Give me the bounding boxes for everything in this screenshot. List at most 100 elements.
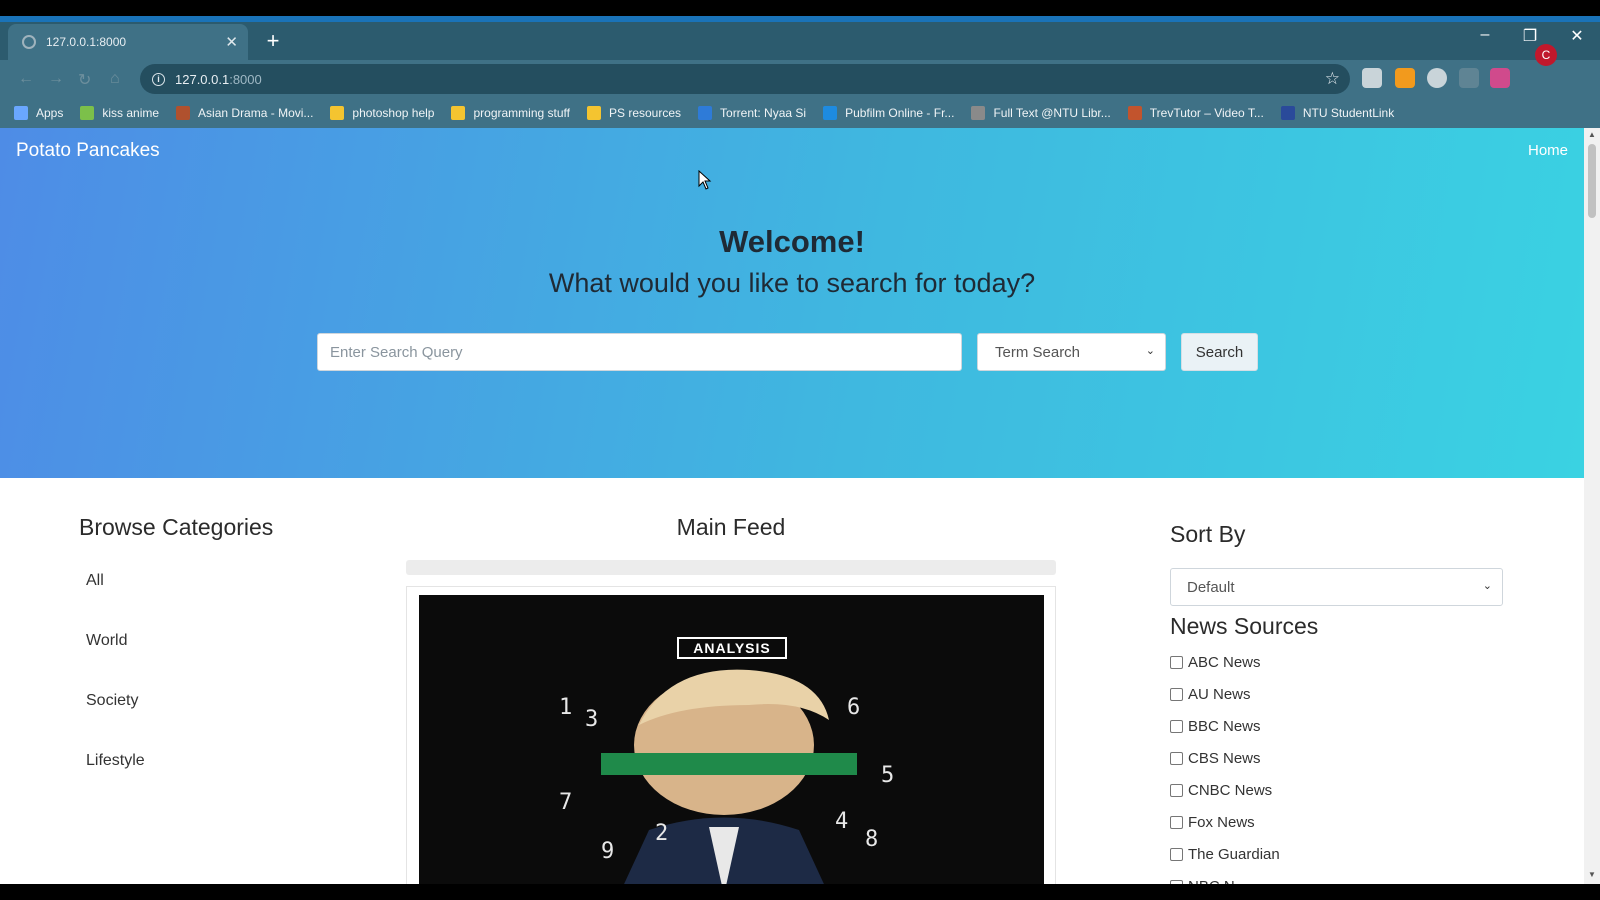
bookmark-label: photoshop help	[352, 106, 435, 120]
tab-strip: 127.0.0.1:8000 ✕ + – ❐ ✕	[0, 22, 1600, 60]
bookmark-item[interactable]: Torrent: Nyaa Si	[698, 106, 806, 120]
extension-camera-icon[interactable]	[1362, 68, 1382, 88]
bookmark-item[interactable]: photoshop help	[330, 106, 434, 120]
browser-chrome: 127.0.0.1:8000 ✕ + – ❐ ✕ ← → ↻ ⌂ i 127.0…	[0, 22, 1600, 128]
url-host: 127.0.0.1	[175, 71, 230, 87]
minimize-button[interactable]: –	[1470, 26, 1500, 44]
checkbox[interactable]	[1170, 816, 1183, 829]
bookmark-item[interactable]: PS resources	[586, 106, 682, 120]
bookmark-icon	[330, 106, 345, 120]
checkbox[interactable]	[1170, 752, 1183, 765]
bookmark-star-icon[interactable]: ☆	[1325, 69, 1340, 89]
extension-cast-icon[interactable]	[1459, 68, 1479, 88]
bookmark-item[interactable]: Asian Drama - Movi...	[176, 106, 313, 120]
bookmark-label: TrevTutor – Video T...	[1149, 106, 1264, 120]
bookmark-icon	[14, 106, 28, 120]
chevron-down-icon: ⌄	[1482, 580, 1492, 592]
source-checkbox-item[interactable]: The Guardian	[1170, 846, 1280, 863]
category-link[interactable]: All	[86, 572, 104, 590]
bookmark-icon	[451, 106, 466, 120]
image-number: 8	[865, 827, 879, 852]
bookmark-item[interactable]: kiss anime	[80, 106, 159, 120]
close-tab-icon[interactable]: ✕	[225, 33, 238, 51]
reload-icon[interactable]: ↻	[78, 70, 91, 90]
bottom-letterbox	[0, 884, 1600, 900]
source-checkbox-item[interactable]: BBC News	[1170, 718, 1261, 735]
source-label: CBS News	[1188, 750, 1261, 767]
restore-button[interactable]: ❐	[1515, 26, 1545, 46]
extension-pen-icon[interactable]	[1395, 68, 1415, 88]
bookmark-label: programming stuff	[473, 106, 570, 120]
source-checkbox-item[interactable]: ABC News	[1170, 654, 1261, 671]
checkbox[interactable]	[1170, 656, 1183, 669]
checkbox[interactable]	[1170, 720, 1183, 733]
checkbox[interactable]	[1170, 848, 1183, 861]
image-number: 3	[585, 707, 599, 732]
bookmark-label: PS resources	[608, 106, 682, 120]
news-card[interactable]: ANALYSIS 136572489	[406, 586, 1056, 884]
search-button[interactable]: Search	[1181, 333, 1258, 371]
sources-title: News Sources	[1170, 613, 1319, 639]
bookmark-label: NTU StudentLink	[1302, 106, 1395, 120]
category-link[interactable]: World	[86, 632, 128, 650]
scroll-down-icon[interactable]: ▼	[1588, 870, 1596, 879]
bookmark-icon	[971, 106, 986, 120]
source-checkbox-item[interactable]: Fox News	[1170, 814, 1255, 831]
site-brand[interactable]: Potato Pancakes	[16, 140, 160, 162]
bookmark-label: Torrent: Nyaa Si	[720, 106, 807, 120]
bookmark-item[interactable]: Apps	[14, 106, 63, 120]
bookmark-label: Asian Drama - Movi...	[198, 106, 314, 120]
bookmark-item[interactable]: NTU StudentLink	[1280, 106, 1395, 120]
news-card-image[interactable]: ANALYSIS 136572489	[419, 595, 1044, 884]
hero-section: Potato Pancakes Home Welcome! What would…	[0, 128, 1584, 478]
image-number: 1	[559, 695, 573, 720]
profile-avatar[interactable]: C	[1535, 44, 1557, 66]
image-number: 5	[881, 763, 895, 788]
source-label: ABC News	[1188, 654, 1261, 671]
page-scrollbar[interactable]: ▲ ▼	[1584, 128, 1600, 884]
checkbox[interactable]	[1170, 688, 1183, 701]
home-icon[interactable]: ⌂	[110, 70, 120, 88]
sort-select[interactable]: Default ⌄	[1170, 568, 1503, 606]
bookmark-item[interactable]: Pubfilm Online - Fr...	[823, 106, 954, 120]
back-arrow-icon[interactable]: ←	[18, 70, 34, 88]
source-label: Fox News	[1188, 814, 1255, 831]
browser-tab[interactable]: 127.0.0.1:8000 ✕	[8, 24, 248, 60]
scrollbar-thumb[interactable]	[1588, 144, 1596, 218]
bookmark-label: kiss anime	[102, 106, 160, 120]
checkbox[interactable]	[1170, 784, 1183, 797]
mouse-cursor-icon	[698, 170, 712, 190]
source-label: CNBC News	[1188, 782, 1273, 799]
image-number: 4	[835, 809, 849, 834]
sort-title: Sort By	[1170, 521, 1246, 547]
image-number: 2	[655, 821, 669, 846]
welcome-subtitle: What would you like to search for today?	[548, 268, 1036, 298]
bookmark-item[interactable]: programming stuff	[451, 106, 570, 120]
source-checkbox-item[interactable]: CBS News	[1170, 750, 1261, 767]
source-checkbox-item[interactable]: CNBC News	[1170, 782, 1272, 799]
bookmark-icon	[1127, 106, 1142, 120]
new-tab-button[interactable]: +	[260, 28, 286, 54]
address-bar[interactable]: i 127.0.0.1 :8000 ☆	[140, 64, 1350, 94]
source-checkbox-item[interactable]: AU News	[1170, 686, 1251, 703]
extension-z-icon[interactable]	[1490, 68, 1510, 88]
search-input[interactable]	[317, 333, 962, 371]
image-number: 9	[601, 839, 615, 864]
bookmark-label: Apps	[36, 106, 64, 120]
nav-home-link[interactable]: Home	[1528, 142, 1568, 159]
category-link[interactable]: Lifestyle	[86, 752, 145, 770]
forward-arrow-icon[interactable]: →	[48, 70, 64, 88]
search-mode-select[interactable]: Term Search ⌄	[977, 333, 1166, 371]
close-window-button[interactable]: ✕	[1562, 26, 1592, 46]
bookmark-icon	[823, 106, 838, 120]
bookmark-item[interactable]: TrevTutor – Video T...	[1127, 106, 1264, 120]
screen: 127.0.0.1:8000 ✕ + – ❐ ✕ ← → ↻ ⌂ i 127.0…	[0, 0, 1600, 900]
info-icon[interactable]: i	[152, 72, 165, 86]
bookmark-item[interactable]: Full Text @NTU Libr...	[971, 106, 1111, 120]
scroll-up-icon[interactable]: ▲	[1588, 130, 1596, 139]
extension-gear-icon[interactable]	[1427, 68, 1447, 88]
categories-title: Browse Categories	[79, 514, 274, 540]
bookmark-icon	[176, 106, 191, 120]
category-link[interactable]: Society	[86, 692, 138, 710]
source-label: The Guardian	[1188, 846, 1280, 863]
